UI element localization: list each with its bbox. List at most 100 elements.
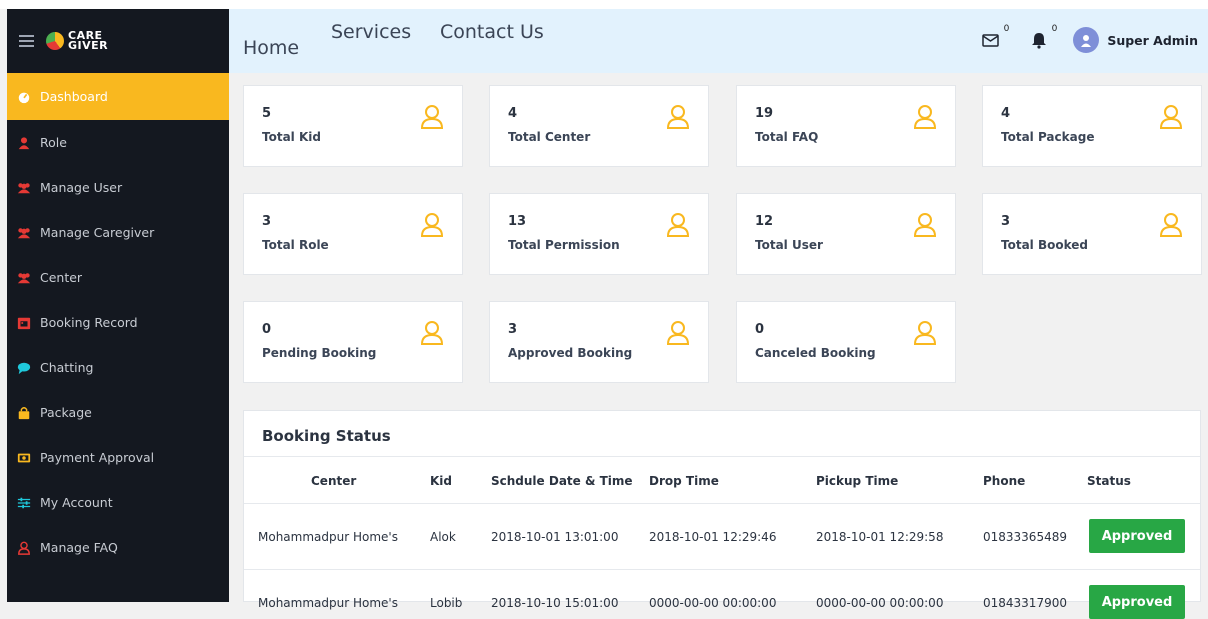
nav-home-link[interactable]: Home	[243, 37, 299, 59]
stat-card-approved-booking[interactable]: 3 Approved Booking	[489, 301, 709, 383]
bag-icon	[17, 406, 31, 420]
cell-phone: 01833365489	[983, 530, 1067, 544]
stat-label: Approved Booking	[508, 346, 633, 360]
stat-label: Total Role	[262, 238, 329, 252]
stat-card-total-booked[interactable]: 3 Total Booked	[982, 193, 1202, 275]
column-header-center: Center	[311, 474, 357, 488]
user-outline-icon	[666, 105, 690, 129]
user-outline-icon	[913, 321, 937, 345]
stat-label: Pending Booking	[262, 346, 377, 360]
stat-value: 4	[508, 106, 518, 121]
money-icon	[17, 451, 31, 465]
logo-mark-icon	[46, 32, 64, 50]
sidebar-item-booking-record[interactable]: Booking Record	[7, 300, 229, 345]
stat-card-pending-booking[interactable]: 0 Pending Booking	[243, 301, 463, 383]
stat-value: 4	[1001, 106, 1011, 121]
stat-card-total-kid[interactable]: 5 Total Kid	[243, 85, 463, 167]
sidebar-item-label: Center	[40, 270, 83, 285]
stat-value: 3	[1001, 214, 1011, 229]
dashboard-icon	[17, 90, 31, 104]
sidebar-item-label: Manage User	[40, 180, 123, 195]
cell-kid: Lobib	[430, 596, 463, 610]
user-icon	[17, 136, 31, 150]
sidebar-item-label: My Account	[40, 495, 113, 510]
user-outline-icon	[1159, 105, 1183, 129]
sidebar-item-center[interactable]: Center	[7, 255, 229, 300]
person-outline-icon	[17, 541, 31, 555]
avatar[interactable]	[1073, 27, 1100, 53]
users-icon	[17, 181, 31, 195]
stat-card-total-package[interactable]: 4 Total Package	[982, 85, 1202, 167]
sidebar-item-label: Dashboard	[40, 89, 108, 104]
nav-services-link[interactable]: Services	[331, 21, 411, 43]
cell-phone: 01843317900	[983, 596, 1067, 610]
menu-icon[interactable]	[19, 35, 34, 47]
stat-card-total-role[interactable]: 3 Total Role	[243, 193, 463, 275]
column-header-drop-time: Drop Time	[649, 474, 719, 488]
stat-value: 3	[508, 322, 518, 337]
approved-button[interactable]: Approved	[1089, 519, 1185, 553]
sidebar-item-chatting[interactable]: Chatting	[7, 345, 229, 390]
sliders-icon	[17, 496, 31, 510]
users-icon	[17, 226, 31, 240]
logo-line2: GIVER	[68, 39, 109, 52]
stat-value: 0	[262, 322, 272, 337]
divider	[244, 569, 1200, 570]
stat-value: 0	[755, 322, 765, 337]
sidebar-item-payment-approval[interactable]: Payment Approval	[7, 435, 229, 480]
sidebar-item-package[interactable]: Package	[7, 390, 229, 435]
sidebar-item-label: Role	[40, 135, 67, 150]
sidebar-item-dashboard[interactable]: Dashboard	[7, 73, 229, 120]
cell-schedule: 2018-10-01 13:01:00	[491, 530, 619, 544]
column-header-status: Status	[1087, 474, 1131, 488]
sidebar-item-label: Package	[40, 405, 92, 420]
sidebar-item-manage-faq[interactable]: Manage FAQ	[7, 525, 229, 570]
stat-card-total-permission[interactable]: 13 Total Permission	[489, 193, 709, 275]
stat-label: Total Booked	[1001, 238, 1088, 252]
approved-button[interactable]: Approved	[1089, 585, 1185, 619]
cell-center: Mohammadpur Home's	[258, 596, 398, 610]
divider	[244, 503, 1200, 504]
nav-contact-link[interactable]: Contact Us	[440, 21, 544, 43]
bell-icon[interactable]: 0	[1029, 24, 1057, 50]
stat-label: Canceled Booking	[755, 346, 876, 360]
sidebar-item-manage-caregiver[interactable]: Manage Caregiver	[7, 210, 229, 255]
stat-card-canceled-booking[interactable]: 0 Canceled Booking	[736, 301, 956, 383]
column-header-schedule: Schdule Date & Time	[491, 474, 633, 488]
sidebar-item-label: Manage Caregiver	[40, 225, 155, 240]
stat-card-total-faq[interactable]: 19 Total FAQ	[736, 85, 956, 167]
bell-badge: 0	[1051, 24, 1058, 34]
sidebar-item-label: Booking Record	[40, 315, 138, 330]
sidebar-item-role[interactable]: Role	[7, 120, 229, 165]
mail-icon[interactable]: 0	[981, 24, 1009, 50]
header-actions: 0 0 Super Admin	[981, 24, 1198, 53]
sidebar-item-manage-user[interactable]: Manage User	[7, 165, 229, 210]
column-header-kid: Kid	[430, 474, 453, 488]
stat-label: Total Permission	[508, 238, 620, 252]
panel-title: Booking Status	[262, 427, 391, 445]
stat-label: Total Kid	[262, 130, 321, 144]
cell-kid: Alok	[430, 530, 456, 544]
stat-value: 5	[262, 106, 272, 121]
stat-label: Total FAQ	[755, 130, 819, 144]
cell-pickup-time: 0000-00-00 00:00:00	[816, 596, 944, 610]
user-outline-icon	[1159, 213, 1183, 237]
sidebar-item-label: Manage FAQ	[40, 540, 118, 555]
column-header-phone: Phone	[983, 474, 1026, 488]
calendar-icon	[17, 316, 31, 330]
stat-label: Total User	[755, 238, 823, 252]
stat-card-total-user[interactable]: 12 Total User	[736, 193, 956, 275]
user-outline-icon	[420, 105, 444, 129]
stat-value: 19	[755, 106, 774, 121]
stat-value: 12	[755, 214, 774, 229]
mail-badge: 0	[1003, 24, 1010, 34]
sidebar-item-my-account[interactable]: My Account	[7, 480, 229, 525]
user-name[interactable]: Super Admin	[1107, 33, 1198, 48]
stat-label: Total Package	[1001, 130, 1095, 144]
users-icon	[17, 271, 31, 285]
user-outline-icon	[913, 213, 937, 237]
stat-card-total-center[interactable]: 4 Total Center	[489, 85, 709, 167]
sidebar: CARE GIVER Dashboard Role Manage User Ma…	[7, 9, 229, 602]
caregiver-logo[interactable]: CARE GIVER	[46, 30, 109, 52]
cell-center: Mohammadpur Home's	[258, 530, 398, 544]
